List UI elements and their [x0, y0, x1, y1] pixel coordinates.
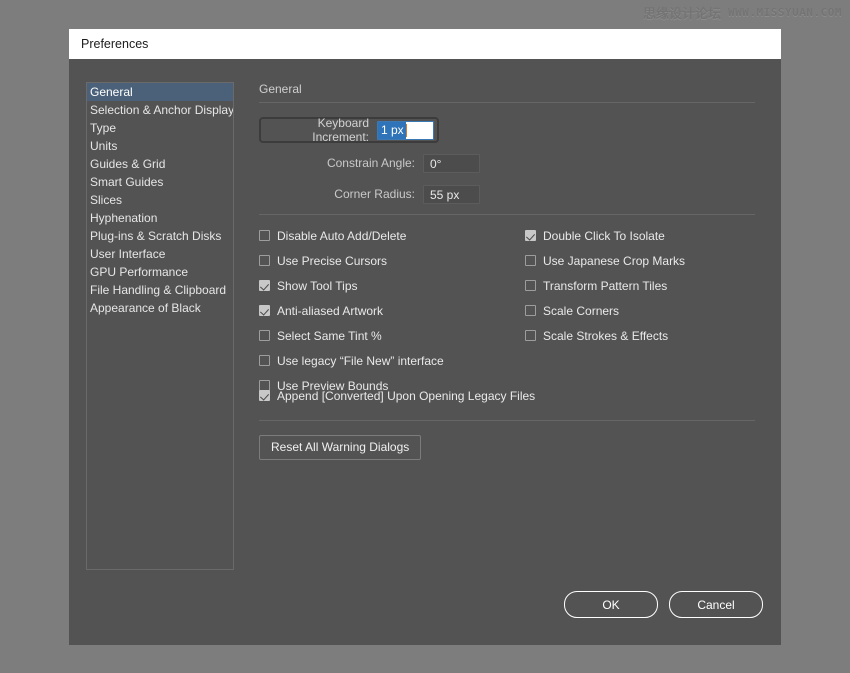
checkbox-row-use-preview-bounds[interactable]: Use Preview Bounds	[259, 377, 529, 394]
section-heading: General	[259, 82, 757, 96]
sidebar-item-label: Guides & Grid	[90, 157, 165, 171]
checkbox-label: Select Same Tint %	[277, 329, 382, 343]
checkbox-label: Use Preview Bounds	[277, 379, 388, 393]
checkbox-checked-icon[interactable]	[259, 390, 270, 401]
sidebar-item-general[interactable]: General	[87, 83, 233, 101]
sidebar-item-label: Hyphenation	[90, 211, 157, 225]
preferences-content-pane: General Keyboard Increment:1 px Constrain…	[257, 82, 757, 460]
reset-button-wrap: Reset All Warning Dialogs	[257, 435, 757, 460]
checkbox-unchecked-icon[interactable]	[259, 255, 270, 266]
preferences-category-list[interactable]: General Selection & Anchor Display Type Uni…	[86, 82, 234, 570]
checkbox-label: Show Tool Tips	[277, 279, 358, 293]
checkbox-row-scale-strokes-effects[interactable]: Scale Strokes & Effects	[525, 327, 755, 344]
field-input-keyboard-increment[interactable]: 1 px	[377, 121, 434, 140]
sidebar-item-label: Appearance of Black	[90, 301, 201, 315]
divider-under-heading	[259, 102, 755, 103]
sidebar-item-hyphenation[interactable]: Hyphenation	[87, 209, 233, 227]
field-row-constrain-angle: Constrain Angle:0°	[257, 152, 757, 174]
checkbox-unchecked-icon[interactable]	[525, 330, 536, 341]
sidebar-item-label: User Interface	[90, 247, 165, 261]
checkbox-label: Scale Strokes & Effects	[543, 329, 668, 343]
checkbox-row-anti-aliased-artwork[interactable]: Anti-aliased Artwork	[259, 302, 529, 319]
sidebar-item-units[interactable]: Units	[87, 137, 233, 155]
checkbox-row-double-click-to-isolate[interactable]: Double Click To Isolate	[525, 227, 755, 244]
field-input-corner-radius[interactable]: 55 px	[423, 185, 480, 204]
sidebar-item-label: Smart Guides	[90, 175, 163, 189]
watermark: 思缘设计论坛 WWW.MISSYUAN.COM	[643, 3, 842, 22]
field-input-constrain-angle[interactable]: 0°	[423, 154, 480, 173]
sidebar-item-slices[interactable]: Slices	[87, 191, 233, 209]
sidebar-item-selection-anchor-display[interactable]: Selection & Anchor Display	[87, 101, 233, 119]
divider-above-checkboxes	[259, 214, 755, 215]
sidebar-item-label: Selection & Anchor Display	[90, 103, 234, 117]
checkbox-row-disable-auto-add-delete[interactable]: Disable Auto Add/Delete	[259, 227, 529, 244]
checkbox-checked-icon[interactable]	[259, 280, 270, 291]
dialog-titlebar: Preferences	[69, 29, 781, 59]
sidebar-item-gpu-performance[interactable]: GPU Performance	[87, 263, 233, 281]
checkbox-label: Use legacy “File New” interface	[277, 354, 444, 368]
dialog-title: Preferences	[81, 37, 148, 51]
checkbox-checked-icon[interactable]	[525, 230, 536, 241]
field-row-keyboard-increment: Keyboard Increment:1 px	[259, 117, 439, 143]
watermark-url-text: WWW.MISSYUAN.COM	[728, 6, 842, 19]
checkbox-row-use-japanese-crop-marks[interactable]: Use Japanese Crop Marks	[525, 252, 755, 269]
checkbox-label: Double Click To Isolate	[543, 229, 665, 243]
divider-above-reset	[259, 420, 755, 421]
checkbox-group: Disable Auto Add/Delete Use Precise Curso…	[257, 227, 757, 387]
field-group: Keyboard Increment:1 px Constrain Angle:0…	[257, 117, 757, 205]
field-label-corner-radius: Corner Radius:	[257, 187, 423, 201]
sidebar-item-appearance-of-black[interactable]: Appearance of Black	[87, 299, 233, 317]
field-label-constrain-angle: Constrain Angle:	[257, 156, 423, 170]
watermark-chinese-text: 思缘设计论坛	[643, 3, 721, 22]
sidebar-item-plug-ins-scratch-disks[interactable]: Plug-ins & Scratch Disks	[87, 227, 233, 245]
checkbox-unchecked-icon[interactable]	[259, 330, 270, 341]
ok-button[interactable]: OK	[564, 591, 658, 618]
sidebar-item-label: GPU Performance	[90, 265, 188, 279]
sidebar-item-label: General	[90, 85, 133, 99]
checkbox-unchecked-icon[interactable]	[525, 305, 536, 316]
sidebar-item-label: File Handling & Clipboard	[90, 283, 226, 297]
screen: 思缘设计论坛 WWW.MISSYUAN.COM Preferences Gene…	[0, 0, 850, 673]
cancel-button[interactable]: Cancel	[669, 591, 763, 618]
checkbox-label: Anti-aliased Artwork	[277, 304, 383, 318]
checkbox-unchecked-icon[interactable]	[259, 355, 270, 366]
field-input-selected-text: 1 px	[378, 122, 406, 139]
sidebar-item-type[interactable]: Type	[87, 119, 233, 137]
dialog-body: General Selection & Anchor Display Type Uni…	[69, 59, 781, 645]
sidebar-item-label: Plug-ins & Scratch Disks	[90, 229, 221, 243]
checkbox-unchecked-icon[interactable]	[525, 255, 536, 266]
checkbox-row-scale-corners[interactable]: Scale Corners	[525, 302, 755, 319]
checkbox-column-left: Disable Auto Add/Delete Use Precise Curso…	[259, 227, 529, 402]
sidebar-item-smart-guides[interactable]: Smart Guides	[87, 173, 233, 191]
checkbox-unchecked-icon[interactable]	[525, 280, 536, 291]
checkbox-row-select-same-tint[interactable]: Select Same Tint %	[259, 327, 529, 344]
checkbox-unchecked-icon[interactable]	[259, 230, 270, 241]
checkbox-label: Transform Pattern Tiles	[543, 279, 667, 293]
text-caret	[406, 124, 407, 137]
sidebar-item-file-handling-clipboard[interactable]: File Handling & Clipboard	[87, 281, 233, 299]
sidebar-item-label: Type	[90, 121, 116, 135]
field-label-keyboard-increment: Keyboard Increment:	[265, 116, 377, 144]
checkbox-label: Scale Corners	[543, 304, 619, 318]
checkbox-row-show-tool-tips[interactable]: Show Tool Tips	[259, 277, 529, 294]
checkbox-row-transform-pattern-tiles[interactable]: Transform Pattern Tiles	[525, 277, 755, 294]
checkbox-label: Use Precise Cursors	[277, 254, 387, 268]
checkbox-row-use-legacy-file-new-interface[interactable]: Use legacy “File New” interface	[259, 352, 529, 369]
sidebar-item-label: Units	[90, 139, 117, 153]
sidebar-item-guides-grid[interactable]: Guides & Grid	[87, 155, 233, 173]
checkbox-row-use-precise-cursors[interactable]: Use Precise Cursors	[259, 252, 529, 269]
dialog-footer: OK Cancel	[564, 591, 763, 618]
reset-all-warning-dialogs-button[interactable]: Reset All Warning Dialogs	[259, 435, 421, 460]
checkbox-checked-icon[interactable]	[259, 305, 270, 316]
checkbox-label: Use Japanese Crop Marks	[543, 254, 685, 268]
checkbox-label: Disable Auto Add/Delete	[277, 229, 406, 243]
sidebar-item-label: Slices	[90, 193, 122, 207]
sidebar-item-user-interface[interactable]: User Interface	[87, 245, 233, 263]
field-row-corner-radius: Corner Radius:55 px	[257, 183, 757, 205]
checkbox-column-right: Double Click To Isolate Use Japanese Crop…	[525, 227, 755, 352]
preferences-dialog: Preferences General Selection & Anchor Di…	[69, 29, 781, 645]
